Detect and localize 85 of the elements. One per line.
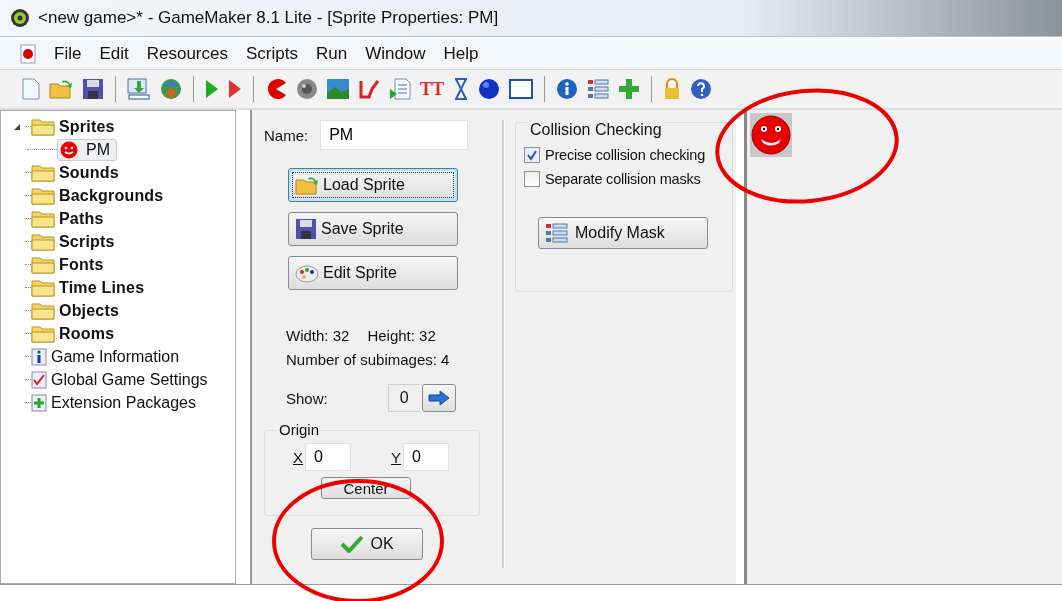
play-icon[interactable]: [228, 79, 242, 99]
plus-icon: [31, 393, 47, 412]
checkbox[interactable]: [524, 147, 540, 163]
tree-item[interactable]: Global Game Settings: [51, 370, 208, 389]
menu-item[interactable]: Window: [365, 44, 426, 64]
palette-icon: [295, 263, 319, 283]
tree-item[interactable]: Backgrounds: [59, 186, 164, 205]
right-arrow-icon: [427, 390, 450, 406]
tree-item[interactable]: Sprites: [59, 117, 115, 136]
name-label: Name:: [264, 126, 309, 144]
checkbox-label: Precise collision checking: [545, 147, 705, 163]
help-icon[interactable]: [690, 78, 712, 100]
tree-item[interactable]: Game Information: [51, 347, 180, 366]
y-field[interactable]: 0: [403, 443, 450, 471]
x-label: X: [293, 448, 303, 466]
width-text: Width: 32: [286, 326, 350, 346]
script-icon[interactable]: [389, 78, 411, 100]
open-folder-icon[interactable]: [49, 78, 73, 100]
folder-icon: [31, 163, 55, 182]
collision-title: Collision Checking: [528, 121, 664, 139]
modify-mask-button[interactable]: Modify Mask: [538, 217, 708, 249]
tree-item[interactable]: Fonts: [59, 255, 104, 274]
checkbox-label: Separate collision masks: [545, 171, 701, 187]
path-icon[interactable]: [358, 78, 380, 100]
edit-sprite-button[interactable]: Edit Sprite: [288, 256, 458, 290]
menu-item[interactable]: Resources: [146, 44, 228, 64]
info-icon: [31, 347, 47, 366]
tree-item[interactable]: PM: [57, 138, 117, 161]
smiley-icon: [750, 113, 792, 157]
checkbox[interactable]: [524, 171, 540, 187]
export-icon[interactable]: [127, 78, 151, 100]
tree-item[interactable]: Objects: [59, 301, 120, 320]
expanded-arrow-icon[interactable]: [13, 122, 21, 131]
folder-icon: [31, 186, 55, 205]
folder-icon: [31, 278, 55, 297]
load-sprite-button[interactable]: Load Sprite: [288, 168, 458, 202]
tree-item[interactable]: Rooms: [59, 324, 115, 343]
folder-icon: [31, 324, 55, 343]
info-icon[interactable]: [556, 78, 578, 100]
sphere-icon[interactable]: [478, 78, 500, 100]
tree-item[interactable]: Extension Packages: [51, 393, 196, 412]
globe-icon[interactable]: [160, 78, 182, 100]
folder-icon: [31, 117, 55, 136]
smiley-icon: [60, 140, 78, 159]
app-menu-icon[interactable]: [20, 44, 36, 64]
save-icon[interactable]: [82, 78, 104, 100]
room-icon[interactable]: [509, 79, 533, 99]
menu-item[interactable]: Run: [315, 44, 348, 64]
origin-title: Origin: [277, 421, 321, 438]
hourglass-icon[interactable]: [453, 78, 469, 100]
open-folder-icon: [295, 175, 319, 195]
subimage-index-field: 0: [387, 384, 420, 412]
tree-item[interactable]: Scripts: [59, 232, 115, 251]
folder-icon: [31, 232, 55, 251]
menu-item[interactable]: Help: [443, 44, 479, 64]
show-label: Show:: [286, 389, 328, 407]
checkmark-icon: [31, 370, 47, 389]
subimages-text: Number of subimages: 4: [286, 350, 451, 370]
tree-item[interactable]: Paths: [59, 209, 104, 228]
font-icon[interactable]: TT: [420, 78, 444, 100]
height-text: Height: 32: [367, 326, 436, 346]
tree-item[interactable]: Time Lines: [59, 278, 145, 297]
plus-icon[interactable]: [618, 78, 640, 100]
save-sprite-button[interactable]: Save Sprite: [288, 212, 458, 246]
y-label: Y: [391, 448, 402, 466]
ok-button[interactable]: OK: [311, 528, 423, 560]
menu-item[interactable]: Edit: [99, 44, 129, 64]
x-field[interactable]: 0: [305, 443, 351, 471]
list-icon[interactable]: [587, 78, 609, 100]
name-field[interactable]: PM: [320, 120, 469, 150]
window-title: <new game>* - GameMaker 8.1 Lite - [Sprite Properties: PM]: [38, 8, 499, 28]
speaker-icon[interactable]: [296, 78, 318, 100]
pacman-icon[interactable]: [265, 78, 287, 100]
gear-icon: [10, 8, 30, 28]
folder-icon: [31, 301, 55, 320]
tree-item[interactable]: Sounds: [59, 163, 119, 182]
next-button[interactable]: [421, 384, 456, 412]
checkmark-icon: [340, 535, 365, 553]
save-icon: [295, 218, 317, 240]
menu-item[interactable]: Scripts: [245, 44, 298, 64]
play-icon[interactable]: [205, 79, 219, 99]
menu-item[interactable]: File: [54, 44, 82, 64]
list-icon: [545, 223, 569, 243]
folder-icon: [31, 209, 55, 228]
folder-icon: [31, 255, 55, 274]
